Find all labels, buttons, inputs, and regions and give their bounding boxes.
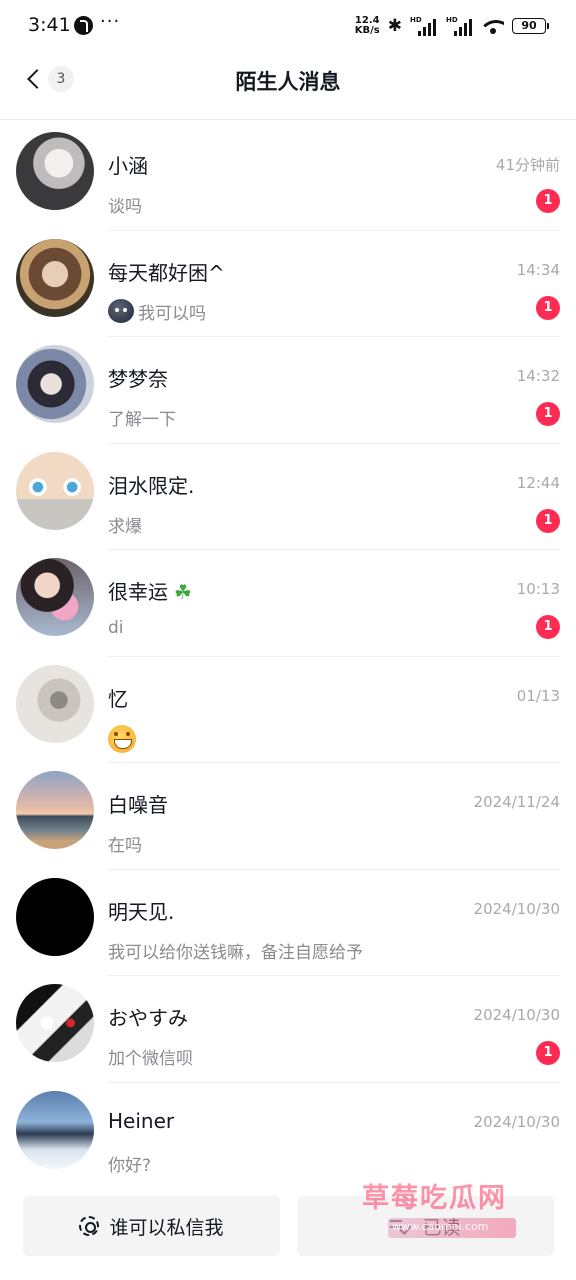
unread-badge: 1 — [536, 402, 560, 426]
bluetooth-icon: ✱ — [387, 16, 402, 36]
unread-badge: 1 — [536, 508, 560, 533]
unread-badge: 1 — [536, 615, 560, 639]
message-list: 小涵 41分钟前 谈吗 1 每天都好困^ 14:34 我可以吗 1 梦梦奈 14… — [0, 124, 576, 1189]
message-preview: 求爆 — [108, 512, 142, 537]
message-row[interactable]: Heiner 2024/10/30 你好? — [0, 1083, 576, 1190]
message-time: 01/13 — [516, 686, 560, 705]
message-preview: 你好? — [108, 1151, 151, 1176]
avatar[interactable] — [16, 1090, 94, 1169]
message-preview — [108, 724, 136, 753]
watermark: 草莓吃瓜网 — [362, 1183, 507, 1214]
message-preview: 加个微信呗 — [108, 1044, 193, 1069]
contact-name: 明天见. — [108, 899, 175, 924]
status-bar: 3:41 ··· 12.4 KB/s ✱ HD HD 90 — [0, 0, 576, 52]
more-notifications-icon: ··· — [100, 11, 121, 32]
message-time: 41分钟前 — [495, 156, 560, 174]
contact-name: 梦梦奈 — [108, 367, 168, 391]
network-speed: 12.4 KB/s — [355, 16, 380, 36]
page-title: 陌生人消息 — [235, 70, 341, 94]
message-row[interactable]: おやすみ 2024/10/30 加个微信呗 1 — [0, 976, 576, 1083]
signal-2-icon: HD — [446, 16, 474, 36]
contact-name: 每天都好困^ — [108, 260, 225, 285]
message-time: 14:34 — [516, 260, 560, 279]
message-preview-text: 你好? — [108, 1155, 152, 1176]
contact-name: 忆 — [108, 686, 128, 711]
who-can-message-me-label: 谁可以私信我 — [109, 1216, 224, 1239]
message-row[interactable]: 明天见. 2024/10/30 我可以给你送钱嘛，备注自愿给予 — [0, 870, 576, 976]
contact-name: 很幸运 ☘ — [108, 576, 192, 605]
message-preview: 我可以给你送钱嘛，备注自愿给予 — [108, 938, 363, 963]
message-time: 10:13 — [516, 580, 560, 598]
unread-badge: 1 — [536, 295, 560, 320]
message-preview-text: 我可以给你送钱嘛，备注自愿给予 — [108, 942, 363, 963]
avatar[interactable] — [16, 345, 94, 423]
tiktok-icon — [74, 16, 93, 35]
message-time: 2024/10/30 — [473, 1112, 560, 1131]
who-can-message-me-button[interactable]: 谁可以私信我 — [23, 1196, 280, 1256]
unread-badge: 1 — [536, 1041, 560, 1065]
contact-name: Heiner — [108, 1108, 175, 1133]
nav-bar: 3 陌生人消息 — [0, 52, 576, 120]
contact-name: 小涵 — [108, 154, 148, 178]
avatar[interactable] — [16, 558, 94, 636]
avatar[interactable] — [16, 132, 94, 210]
message-preview: 谈吗 — [108, 192, 142, 217]
message-row[interactable]: 白噪音 2024/11/24 在吗 — [0, 763, 576, 870]
message-preview-text: 了解一下 — [108, 410, 176, 430]
message-preview-text: 谈吗 — [108, 197, 142, 217]
message-time: 14:32 — [516, 367, 560, 385]
message-preview: di — [108, 618, 124, 638]
message-row[interactable]: 小涵 41分钟前 谈吗 1 — [0, 124, 576, 231]
message-time: 2024/10/30 — [473, 1006, 560, 1024]
signal-1-icon: HD — [410, 16, 438, 36]
avatar[interactable] — [16, 984, 94, 1062]
grinning-sweat-emoji-icon — [108, 724, 136, 753]
message-time: 12:44 — [516, 473, 560, 492]
message-preview-text: 在吗 — [108, 836, 142, 856]
contact-name: 泪水限定. — [108, 473, 195, 498]
message-row[interactable]: 忆 01/13 — [0, 657, 576, 763]
status-indicators: 12.4 KB/s ✱ HD HD 90 — [355, 14, 549, 38]
dark-blob-emoji-icon — [108, 299, 134, 323]
message-preview: 在吗 — [108, 831, 142, 856]
avatar[interactable] — [16, 238, 94, 317]
message-preview-text: 加个微信呗 — [108, 1049, 193, 1069]
gear-icon — [79, 1216, 100, 1236]
message-preview-text: 求爆 — [108, 516, 142, 537]
status-time: 3:41 — [28, 14, 71, 36]
battery-icon: 90 — [512, 18, 549, 34]
avatar[interactable] — [16, 664, 94, 743]
avatar[interactable] — [16, 771, 94, 849]
message-preview-text: di — [108, 618, 124, 638]
contact-name-text: 很幸运 — [108, 580, 168, 604]
four-leaf-clover-icon: ☘ — [174, 580, 192, 604]
message-row[interactable]: 泪水限定. 12:44 求爆 1 — [0, 444, 576, 550]
message-row[interactable]: 梦梦奈 14:32 了解一下 1 — [0, 337, 576, 444]
contact-name: おやすみ — [108, 1006, 188, 1030]
unread-badge: 1 — [536, 189, 560, 213]
network-speed-unit: KB/s — [354, 25, 380, 36]
message-preview-text: 我可以吗 — [138, 303, 206, 324]
contact-name: 白噪音 — [108, 793, 168, 817]
message-preview: 了解一下 — [108, 405, 176, 430]
message-row[interactable]: 很幸运 ☘ 10:13 di 1 — [0, 550, 576, 657]
watermark-url: www.caomei.com — [392, 1220, 489, 1233]
message-time: 2024/10/30 — [473, 899, 560, 918]
message-row[interactable]: 每天都好困^ 14:34 我可以吗 1 — [0, 231, 576, 337]
message-time: 2024/11/24 — [473, 793, 560, 811]
wifi-icon — [482, 18, 504, 34]
avatar[interactable] — [16, 877, 94, 956]
avatar[interactable] — [16, 451, 94, 530]
message-preview: 我可以吗 — [108, 299, 206, 324]
